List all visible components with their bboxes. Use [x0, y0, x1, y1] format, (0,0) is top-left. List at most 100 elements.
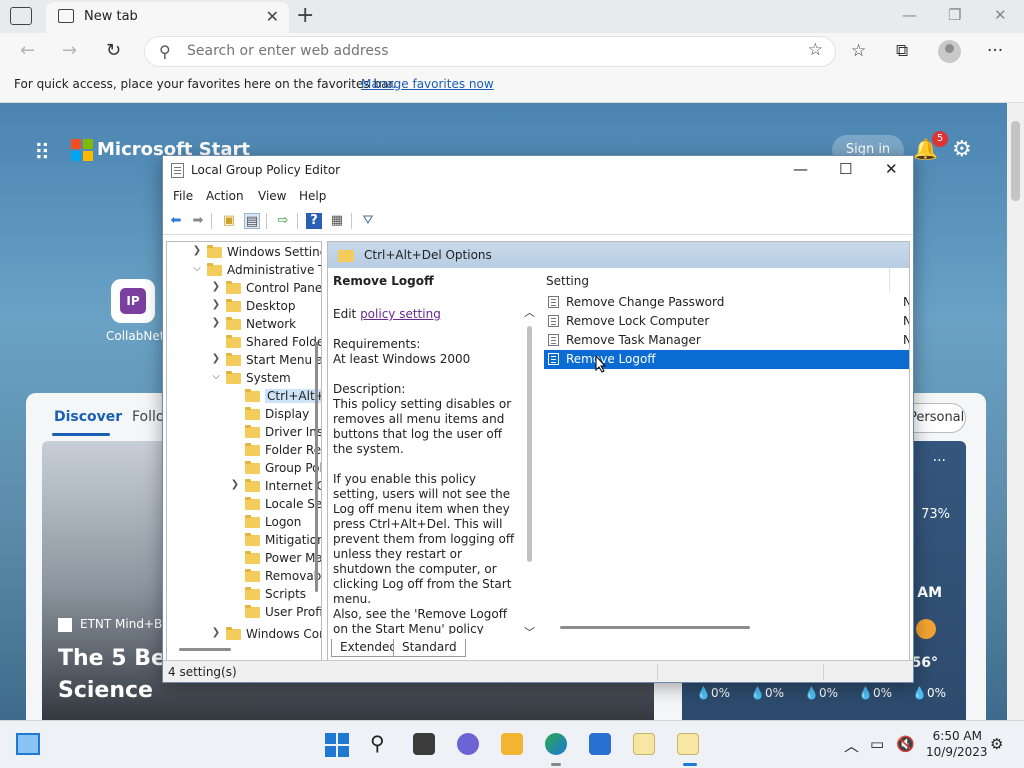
setting-row[interactable]: Remove Task ManagerN [544, 331, 909, 350]
menu-file[interactable]: File [173, 189, 193, 203]
more-options-icon[interactable]: ··· [987, 41, 1003, 61]
network-icon[interactable]: ▭ [870, 735, 884, 753]
folder-icon [245, 605, 260, 618]
tab-standard[interactable]: Standard [393, 639, 466, 657]
gpe-status-bar: 4 setting(s) [163, 660, 913, 682]
profile-avatar[interactable] [938, 40, 961, 63]
scroll-up-icon[interactable]: ︿ [524, 304, 535, 320]
chat-icon[interactable] [457, 733, 479, 755]
back-arrow-icon[interactable]: ← [20, 40, 35, 61]
edge-running-indicator [551, 763, 561, 766]
page-scrollbar[interactable] [1007, 103, 1024, 720]
collections-icon[interactable]: ⧉ [896, 41, 908, 61]
folder-icon [245, 515, 260, 528]
setting-row[interactable]: Remove Lock ComputerN [544, 312, 909, 331]
description-scrollbar[interactable]: ︿ ﹀ [522, 304, 538, 639]
gpe-close-icon[interactable]: ✕ [885, 160, 898, 178]
rain-chance: 💧0% [804, 686, 838, 700]
tab-actions-icon[interactable] [10, 7, 32, 25]
expand-arrow-icon[interactable]: ❯ [210, 281, 222, 292]
folder-icon [226, 299, 241, 312]
start-button-icon[interactable] [325, 733, 349, 757]
page-scroll-thumb[interactable] [1011, 121, 1020, 201]
volume-icon[interactable]: 🔇 [896, 735, 915, 753]
expand-arrow-icon[interactable]: ❯ [210, 353, 222, 364]
menu-help[interactable]: Help [299, 189, 326, 203]
edge-browser-icon[interactable] [545, 733, 567, 755]
tab-strip: New tab ✕ + — ❐ ✕ [0, 0, 1024, 33]
close-window-icon[interactable]: ✕ [994, 6, 1007, 24]
gpe-title-bar[interactable]: Local Group Policy Editor — ☐ ✕ [163, 156, 913, 185]
collabnet-initials: IP [120, 288, 146, 314]
app-launcher-icon[interactable]: ⠿ [34, 141, 51, 166]
policy-editor-taskbar-icon[interactable] [677, 733, 699, 755]
menu-action[interactable]: Action [206, 189, 244, 203]
collapse-arrow-icon[interactable]: ⌵ [210, 371, 222, 382]
rain-chance: 💧0% [858, 686, 892, 700]
file-explorer-icon[interactable] [501, 733, 523, 755]
tree-scroll-thumb[interactable] [315, 342, 318, 592]
forward-arrow-icon[interactable]: → [62, 40, 77, 61]
gpe-maximize-icon[interactable]: ☐ [839, 160, 852, 178]
restore-icon[interactable]: ❐ [948, 6, 961, 24]
store-icon[interactable] [589, 733, 611, 755]
settings-gear-icon[interactable]: ⚙ [952, 137, 972, 162]
add-favorite-icon[interactable]: ☆ [808, 40, 823, 60]
notepad-icon[interactable] [633, 733, 655, 755]
notification-center-icon[interactable]: ⚙ [990, 735, 1003, 753]
expand-arrow-icon[interactable]: ❯ [191, 245, 203, 256]
close-tab-icon[interactable]: ✕ [266, 7, 279, 26]
address-bar[interactable]: ⚲ ☆ [144, 36, 836, 67]
task-view-icon[interactable] [413, 733, 435, 755]
taskbar-clock[interactable]: 6:50 AM 10/9/2023 [926, 728, 988, 760]
tab-discover[interactable]: Discover [54, 409, 122, 425]
folder-icon [245, 587, 260, 600]
settings-list[interactable]: Setting Remove Change PasswordN Remove L… [544, 268, 909, 638]
tab-new-tab[interactable]: New tab ✕ [46, 2, 289, 33]
new-tab-plus-icon[interactable]: + [296, 3, 314, 28]
taskbar-search-icon[interactable]: ⚲ [370, 731, 394, 755]
settings-count: 4 setting(s) [168, 665, 237, 679]
folder-icon [245, 533, 260, 546]
widgets-icon[interactable] [16, 733, 40, 755]
collabnet-app-tile[interactable]: IP [111, 279, 155, 323]
collabnet-label: CollabNet [106, 329, 165, 343]
clock-time: 6:50 AM [932, 729, 982, 743]
properties-icon[interactable]: ▦ [329, 213, 345, 229]
show-hide-tree-icon[interactable]: ▤ [244, 213, 260, 229]
collapse-arrow-icon[interactable]: ⌵ [191, 263, 203, 274]
expand-arrow-icon[interactable]: ❯ [210, 317, 222, 328]
expand-arrow-icon[interactable]: ❯ [229, 479, 241, 490]
description-scroll-thumb[interactable] [527, 326, 532, 562]
settings-horizontal-scrollbar[interactable] [560, 626, 750, 629]
policy-setting-icon [548, 296, 559, 308]
tree-horizontal-scrollbar[interactable] [179, 648, 231, 651]
refresh-icon[interactable]: ↻ [106, 40, 121, 61]
setting-row[interactable]: Remove Change PasswordN [544, 293, 909, 312]
clock-date: 10/9/2023 [926, 745, 988, 759]
policy-tree[interactable]: ❯Windows Settings ⌵Administrative Templa… [166, 241, 322, 663]
expand-arrow-icon[interactable]: ❯ [210, 299, 222, 310]
folder-icon [226, 317, 241, 330]
setting-column-header[interactable]: Setting [544, 268, 890, 292]
minimize-icon[interactable]: — [902, 6, 917, 24]
menu-view[interactable]: View [258, 189, 286, 203]
also-see-text: Also, see the 'Remove Logoff on the Star… [333, 607, 507, 634]
filter-icon[interactable]: ⛛ [360, 213, 376, 229]
help-icon[interactable]: ? [306, 213, 322, 229]
favorites-icon[interactable]: ☆ [851, 41, 866, 61]
export-list-icon[interactable]: ⇨ [275, 213, 291, 229]
tree-vertical-scrollbar[interactable] [312, 242, 321, 662]
up-folder-icon[interactable]: ▣ [221, 213, 237, 229]
manage-favorites-link[interactable]: Manage favorites now [361, 77, 494, 91]
forward-icon[interactable]: ➡ [190, 213, 206, 229]
policy-editor-active-indicator [683, 763, 697, 766]
expand-arrow-icon[interactable]: ❯ [210, 627, 222, 638]
address-input[interactable] [187, 43, 787, 59]
gpe-minimize-icon[interactable]: — [793, 160, 808, 178]
show-hidden-icons-icon[interactable]: ︿ [844, 735, 859, 756]
back-icon[interactable]: ⬅ [168, 213, 184, 229]
weather-more-icon[interactable]: ··· [933, 453, 946, 469]
status-divider [657, 664, 658, 680]
edit-policy-setting-link[interactable]: policy setting [360, 307, 441, 321]
